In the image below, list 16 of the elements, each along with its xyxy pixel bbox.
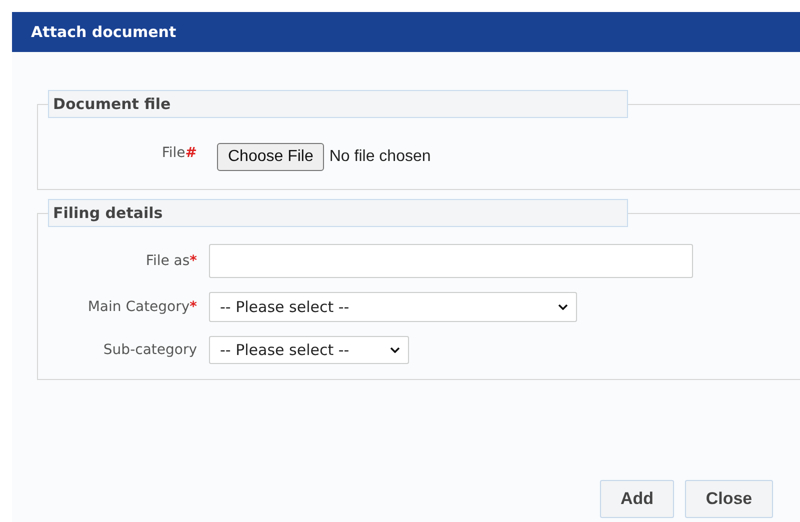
input-field[interactable] xyxy=(209,244,693,278)
dropdown[interactable]: -- Please select -- xyxy=(209,336,409,364)
field-label: Main Category* xyxy=(86,299,197,315)
field-label: File as* xyxy=(144,253,197,269)
dialog-button[interactable]: Add xyxy=(600,480,674,518)
dialog-title: Attach document xyxy=(31,23,176,41)
choose-file-button[interactable]: Choose File xyxy=(217,143,324,171)
file-status: No file chosen xyxy=(329,147,431,167)
field-label: Sub-category xyxy=(102,342,197,358)
dropdown[interactable]: -- Please select -- xyxy=(209,292,577,322)
chevron-down-icon xyxy=(558,304,568,310)
dialog-button[interactable]: Close xyxy=(685,480,773,518)
chevron-down-icon xyxy=(390,347,400,353)
section-title: Document file xyxy=(48,90,628,118)
section-title: Filing details xyxy=(48,199,628,227)
field-label: File# xyxy=(160,144,197,161)
